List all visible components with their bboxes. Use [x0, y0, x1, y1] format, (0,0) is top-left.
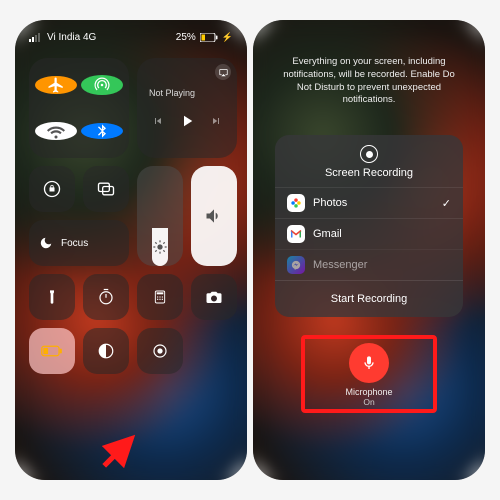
orientation-lock-tile[interactable]: [29, 166, 75, 212]
now-playing-label: Not Playing: [149, 88, 195, 98]
battery-low-icon: [41, 345, 63, 357]
carrier-label: Vi India 4G: [47, 32, 96, 43]
media-tile[interactable]: Not Playing: [137, 58, 237, 158]
airplane-toggle[interactable]: [35, 76, 77, 94]
timer-icon: [97, 288, 115, 306]
flashlight-tile[interactable]: [29, 274, 75, 320]
screen-mirroring-tile[interactable]: [83, 166, 129, 212]
gmail-app-icon: [287, 225, 305, 243]
play-icon[interactable]: [178, 112, 196, 130]
volume-icon: [204, 206, 224, 226]
timer-tile[interactable]: [83, 274, 129, 320]
previous-icon[interactable]: [152, 115, 164, 127]
cellular-icon: [92, 75, 112, 95]
signal-icon: [29, 33, 43, 42]
next-icon[interactable]: [210, 115, 222, 127]
dark-mode-tile[interactable]: [83, 328, 129, 374]
screen-recording-sheet-screen: Everything on your screen, including not…: [253, 20, 485, 480]
record-icon: [360, 145, 378, 163]
messenger-app-icon: [287, 256, 305, 274]
volume-slider[interactable]: [191, 166, 237, 266]
recording-sheet: Screen Recording Photos ✓ Gmail Messenge…: [275, 135, 463, 317]
charging-icon: ⚡: [222, 32, 233, 43]
app-label: Messenger: [313, 259, 367, 271]
microphone-toggle[interactable]: [349, 343, 389, 383]
app-row-photos[interactable]: Photos ✓: [275, 187, 463, 218]
cellular-toggle[interactable]: [81, 75, 123, 95]
airplay-button[interactable]: [215, 64, 231, 80]
brightness-icon: [152, 239, 168, 255]
start-recording-button[interactable]: Start Recording: [275, 280, 463, 317]
sheet-header: Screen Recording: [275, 135, 463, 187]
calculator-tile[interactable]: [137, 274, 183, 320]
airplay-icon: [219, 68, 228, 77]
recording-disclaimer: Everything on your screen, including not…: [253, 20, 485, 107]
check-icon: ✓: [442, 197, 451, 210]
status-bar: Vi India 4G 25% ⚡: [15, 20, 247, 48]
photos-app-icon: [287, 194, 305, 212]
camera-tile[interactable]: [191, 274, 237, 320]
camera-icon: [205, 288, 223, 306]
microphone-icon: [361, 355, 377, 371]
tile-grid: Not Playing Focus: [15, 48, 247, 384]
app-row-messenger[interactable]: Messenger: [275, 249, 463, 280]
start-recording-label: Start Recording: [331, 293, 407, 305]
focus-tile[interactable]: Focus: [29, 220, 129, 266]
screen-record-tile[interactable]: [137, 328, 183, 374]
flashlight-icon: [44, 289, 60, 305]
microphone-control: Microphone On: [313, 343, 425, 407]
battery-icon: [200, 33, 218, 42]
brightness-slider[interactable]: [137, 166, 183, 266]
screen-mirroring-icon: [96, 179, 116, 199]
microphone-state: On: [313, 397, 425, 407]
bluetooth-toggle[interactable]: [81, 123, 123, 139]
airplane-icon: [47, 76, 65, 94]
connectivity-tile[interactable]: [29, 58, 129, 158]
bluetooth-icon: [94, 123, 110, 139]
wifi-icon: [47, 122, 65, 140]
sheet-title: Screen Recording: [275, 167, 463, 179]
dark-mode-icon: [97, 342, 115, 360]
wifi-toggle[interactable]: [35, 122, 77, 140]
app-label: Photos: [313, 197, 347, 209]
app-label: Gmail: [313, 228, 342, 240]
control-center-screen: Vi India 4G 25% ⚡: [15, 20, 247, 480]
record-icon: [151, 342, 169, 360]
focus-label: Focus: [61, 238, 88, 249]
app-row-gmail[interactable]: Gmail: [275, 218, 463, 249]
calculator-icon: [152, 289, 168, 305]
low-power-tile[interactable]: [29, 328, 75, 374]
orientation-lock-icon: [42, 179, 62, 199]
microphone-label: Microphone: [313, 387, 425, 397]
moon-icon: [39, 236, 53, 250]
battery-percent: 25%: [176, 32, 196, 43]
